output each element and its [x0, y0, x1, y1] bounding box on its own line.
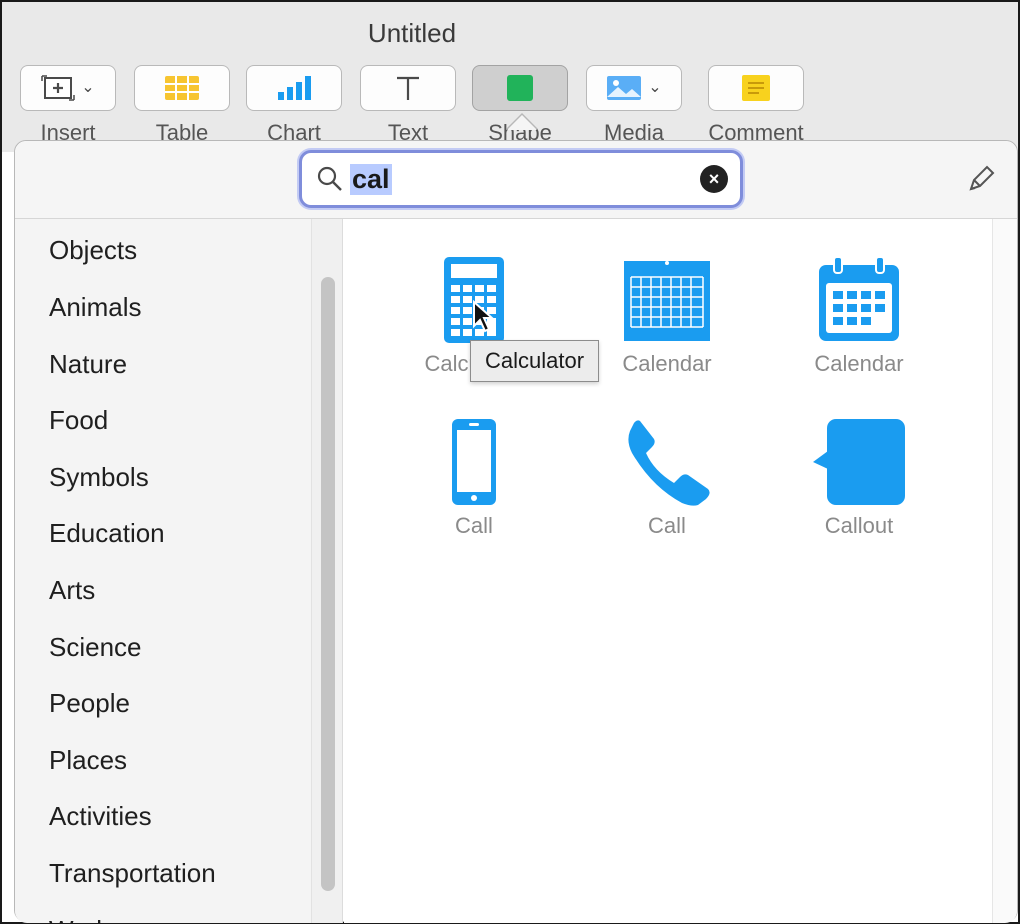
table-icon: [165, 76, 199, 100]
chart-icon: [278, 76, 311, 100]
calendar-rings-icon: [819, 256, 899, 341]
mobile-phone-icon: [452, 419, 496, 505]
pencil-draw-icon[interactable]: [965, 163, 997, 195]
shape-label: Call: [648, 513, 686, 538]
sidebar-item-symbols[interactable]: Symbols: [49, 462, 149, 493]
shape-item-calendar-2[interactable]: Calendar: [774, 255, 944, 377]
window-title: Untitled: [367, 18, 457, 48]
popover-arrow-inner: [507, 115, 537, 130]
text-icon: [397, 76, 419, 100]
sidebar-item-food[interactable]: Food: [49, 405, 108, 436]
shape-item-call[interactable]: Call: [389, 417, 559, 539]
search-field[interactable]: cal ×: [299, 150, 743, 208]
shape-label: Call: [455, 513, 493, 538]
tooltip: Calculator: [470, 340, 600, 382]
media-image-icon: [607, 76, 642, 100]
speech-bubble-icon: [813, 419, 905, 505]
shape-label: Callout: [824, 513, 894, 538]
shape-item-calendar[interactable]: Calendar: [582, 255, 752, 377]
sidebar-item-activities[interactable]: Activities: [49, 801, 152, 832]
category-sidebar: Objects Animals Nature Food Symbols Educ…: [15, 219, 343, 923]
sidebar-item-places[interactable]: Places: [49, 745, 127, 776]
text-button[interactable]: [360, 65, 456, 111]
calendar-grid-icon: [624, 261, 710, 341]
shape-label: Calendar: [814, 351, 904, 376]
sidebar-item-objects[interactable]: Objects: [49, 235, 137, 266]
chevron-down-icon: ⌄: [648, 79, 662, 96]
insert-plus-icon: [41, 75, 76, 101]
sidebar-scrollbar-thumb[interactable]: [321, 277, 335, 891]
mouse-pointer-icon: [473, 300, 495, 333]
shape-button[interactable]: [472, 65, 568, 111]
sidebar-item-animals[interactable]: Animals: [49, 292, 141, 323]
insert-button[interactable]: ⌄: [20, 65, 116, 111]
popover-header: cal ×: [15, 141, 1017, 219]
shape-item-call-2[interactable]: Call: [582, 417, 752, 539]
sidebar-item-arts[interactable]: Arts: [49, 575, 95, 606]
sidebar-item-nature[interactable]: Nature: [49, 349, 127, 380]
grid-scrollbar-track[interactable]: [992, 219, 1017, 923]
chevron-down-icon: ⌄: [81, 79, 95, 96]
comment-note-icon: [742, 75, 770, 101]
search-icon: [317, 166, 342, 191]
comment-button[interactable]: [708, 65, 804, 111]
shape-square-icon: [507, 75, 533, 101]
sidebar-item-work[interactable]: Work: [49, 915, 109, 923]
table-button[interactable]: [134, 65, 230, 111]
shape-grid: Calculator Calendar: [344, 219, 992, 923]
sidebar-item-education[interactable]: Education: [49, 518, 165, 549]
shape-label: Calendar: [622, 351, 712, 376]
sidebar-item-transportation[interactable]: Transportation: [49, 858, 216, 889]
sidebar-item-people[interactable]: People: [49, 688, 130, 719]
shape-library-popover: cal × Objects Animals Nature Food Symbol…: [14, 140, 1018, 923]
sidebar-item-science[interactable]: Science: [49, 632, 142, 663]
clear-search-icon[interactable]: ×: [700, 165, 728, 193]
shape-item-callout[interactable]: Callout: [774, 417, 944, 539]
search-input[interactable]: cal: [350, 163, 392, 195]
phone-handset-icon: [628, 420, 710, 506]
chart-button[interactable]: [246, 65, 342, 111]
media-button[interactable]: ⌄: [586, 65, 682, 111]
